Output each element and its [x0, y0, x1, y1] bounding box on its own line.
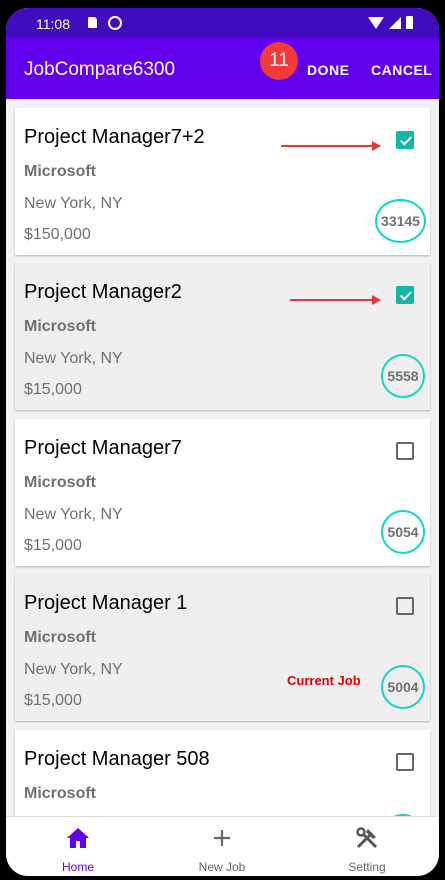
job-score: 5054 [381, 510, 425, 554]
job-company: Microsoft [24, 785, 96, 802]
job-salary: $150,000 [24, 226, 91, 243]
home-icon [6, 825, 150, 851]
job-salary: $15,000 [24, 537, 82, 554]
job-title: Project Manager 508 [24, 748, 210, 770]
compare-checkbox[interactable] [396, 442, 414, 460]
job-location: New York, NY [24, 661, 123, 678]
nav-item-home[interactable]: Home [6, 817, 150, 876]
plus-icon [150, 825, 294, 851]
nav-label-home: Home [61, 860, 94, 874]
done-button[interactable]: DONE [307, 62, 349, 78]
phone-screen: 11:08 JobCompare6300 11 DONE CANCEL Proj… [6, 8, 439, 876]
job-salary: $15,000 [24, 692, 82, 709]
signal-icon [389, 16, 401, 29]
job-score: 5004 [381, 665, 425, 709]
job-salary: $15,000 [24, 381, 82, 398]
job-card[interactable]: Project Manager7+2 Microsoft New York, N… [15, 108, 430, 255]
job-score: 5558 [381, 354, 425, 398]
compare-checkbox[interactable] [396, 753, 414, 771]
job-location: New York, NY [24, 350, 123, 367]
step-badge: 11 [260, 42, 298, 80]
compare-checkbox[interactable] [396, 131, 414, 149]
nav-item-setting[interactable]: Setting [295, 817, 439, 876]
job-company: Microsoft [24, 318, 96, 335]
job-title: Project Manager2 [24, 281, 182, 303]
status-bar: 11:08 [6, 8, 439, 38]
job-card[interactable]: Project Manager7 Microsoft New York, NY … [15, 419, 430, 566]
status-icons [368, 16, 413, 29]
tools-icon [295, 825, 439, 851]
job-card[interactable]: Project Manager 508 Microsoft [15, 730, 430, 816]
job-score: 33145 [375, 199, 426, 243]
job-title: Project Manager7 [24, 437, 182, 459]
status-time: 11:08 [36, 16, 70, 32]
job-title: Project Manager7+2 [24, 126, 205, 148]
sync-icon [108, 16, 122, 30]
job-location: New York, NY [24, 506, 123, 523]
annotation-arrow [290, 295, 381, 305]
job-company: Microsoft [24, 163, 96, 180]
job-company: Microsoft [24, 629, 96, 646]
compare-checkbox[interactable] [396, 597, 414, 615]
cancel-button[interactable]: CANCEL [371, 62, 432, 78]
nav-item-new-job[interactable]: New Job [150, 817, 294, 876]
battery-icon [406, 16, 413, 29]
job-title: Project Manager 1 [24, 592, 188, 614]
current-job-label: Current Job [287, 673, 361, 688]
app-title: JobCompare6300 [24, 59, 176, 80]
job-list[interactable]: Project Manager7+2 Microsoft New York, N… [6, 99, 439, 816]
nav-label-new-job: New Job [198, 860, 246, 874]
job-location: New York, NY [24, 195, 123, 212]
annotation-arrow [281, 141, 381, 151]
bottom-navigation: Home New Job Setting [6, 816, 439, 876]
job-card[interactable]: Project Manager 1 Microsoft New York, NY… [15, 574, 430, 721]
job-company: Microsoft [24, 474, 96, 491]
app-bar: JobCompare6300 11 DONE CANCEL [6, 38, 439, 99]
job-card[interactable]: Project Manager2 Microsoft New York, NY … [15, 263, 430, 410]
compare-checkbox[interactable] [396, 286, 414, 304]
nav-label-setting: Setting [348, 860, 386, 874]
wifi-icon [368, 16, 384, 29]
sd-card-icon [88, 17, 97, 28]
